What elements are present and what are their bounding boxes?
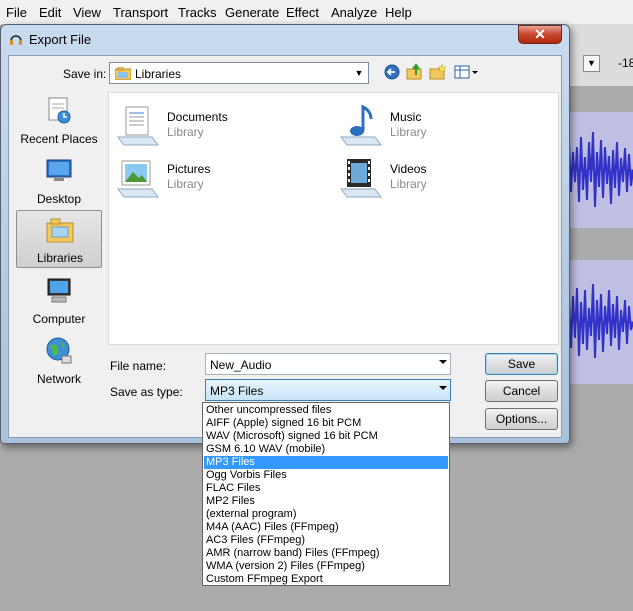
options-button[interactable]: Options... bbox=[485, 408, 558, 430]
file-type: Library bbox=[167, 125, 204, 139]
file-type: Library bbox=[390, 125, 427, 139]
libraries-icon bbox=[46, 218, 74, 243]
save-as-type-option[interactable]: AC3 Files (FFmpeg) bbox=[204, 534, 448, 547]
file-name: Documents bbox=[167, 110, 228, 124]
view-menu-icon[interactable] bbox=[453, 63, 479, 81]
save-as-type-option[interactable]: (external program) bbox=[204, 508, 448, 521]
new-folder-icon[interactable] bbox=[428, 63, 448, 81]
computer-icon bbox=[47, 278, 71, 303]
save-as-type-option[interactable]: Custom FFmpeg Export bbox=[204, 573, 448, 586]
pictures-library-icon bbox=[117, 160, 159, 198]
recent-places-icon bbox=[48, 97, 71, 124]
save-as-type-option[interactable]: AIFF (Apple) signed 16 bit PCM bbox=[204, 417, 448, 430]
places-bar: Recent Places Desktop Libraries Computer… bbox=[16, 92, 102, 397]
file-list-pane[interactable]: Documents Library Music Library Pictures… bbox=[108, 92, 559, 345]
up-folder-icon[interactable] bbox=[405, 63, 425, 81]
save-as-type-label: Save as type: bbox=[110, 385, 183, 399]
file-type: Library bbox=[167, 177, 204, 191]
file-name-value: New_Audio bbox=[210, 358, 272, 372]
chevron-down-icon[interactable]: ▼ bbox=[352, 66, 366, 80]
save-as-type-option[interactable]: M4A (AAC) Files (FFmpeg) bbox=[204, 521, 448, 534]
save-as-type-option[interactable]: GSM 6.10 WAV (mobile) bbox=[204, 443, 448, 456]
menu-transport[interactable]: Transport bbox=[113, 5, 168, 20]
menu-effect[interactable]: Effect bbox=[286, 5, 319, 20]
file-name-label: File name: bbox=[110, 359, 167, 373]
place-label: Computer bbox=[32, 312, 86, 326]
menu-tracks[interactable]: Tracks bbox=[178, 5, 217, 20]
file-item-music[interactable]: Music Library bbox=[337, 103, 547, 149]
place-network[interactable]: Network bbox=[16, 332, 102, 390]
place-libraries[interactable]: Libraries bbox=[16, 210, 102, 268]
place-computer[interactable]: Computer bbox=[16, 272, 102, 330]
waveform-right bbox=[565, 283, 633, 359]
place-label: Recent Places bbox=[20, 132, 98, 146]
music-library-icon bbox=[340, 104, 382, 146]
save-button[interactable]: Save bbox=[485, 353, 558, 375]
file-item-pictures[interactable]: Pictures Library bbox=[114, 155, 324, 201]
save-as-type-select[interactable]: MP3 Files bbox=[205, 379, 451, 401]
place-label: Network bbox=[36, 372, 81, 386]
save-as-type-option[interactable]: WAV (Microsoft) signed 16 bit PCM bbox=[204, 430, 448, 443]
chevron-down-icon[interactable] bbox=[439, 360, 447, 364]
waveform-left bbox=[565, 131, 633, 208]
meter-dropdown-button[interactable]: ▼ bbox=[583, 55, 600, 72]
dialog-titlebar[interactable]: Export File ✕ bbox=[1, 25, 569, 53]
save-as-type-value: MP3 Files bbox=[210, 384, 264, 398]
file-item-documents[interactable]: Documents Library bbox=[114, 103, 324, 149]
save-as-type-option[interactable]: Other uncompressed files bbox=[204, 404, 448, 417]
audio-track-left-channel[interactable] bbox=[565, 112, 633, 228]
save-as-type-option[interactable]: MP2 Files bbox=[204, 495, 448, 508]
save-as-type-option[interactable]: FLAC Files bbox=[204, 482, 448, 495]
save-as-type-option[interactable]: WMA (version 2) Files (FFmpeg) bbox=[204, 560, 448, 573]
file-name-field[interactable]: New_Audio bbox=[205, 353, 451, 375]
save-in-label: Save in: bbox=[63, 67, 107, 81]
videos-library-icon bbox=[340, 159, 382, 198]
menu-file[interactable]: File bbox=[6, 5, 27, 20]
network-icon bbox=[46, 337, 72, 364]
place-label: Libraries bbox=[36, 251, 84, 265]
menu-help[interactable]: Help bbox=[385, 5, 412, 20]
meter-scale-label: -18 bbox=[618, 56, 633, 70]
place-recent-places[interactable]: Recent Places bbox=[16, 92, 102, 150]
export-file-dialog: Export File ✕ Save in: Libraries ▼ Recen… bbox=[0, 24, 570, 444]
menu-bar: File Edit View Transport Tracks Generate… bbox=[0, 0, 633, 25]
save-in-combobox[interactable]: Libraries ▼ bbox=[109, 62, 369, 84]
libraries-folder-icon bbox=[115, 67, 131, 80]
save-as-type-option[interactable]: AMR (narrow band) Files (FFmpeg) bbox=[204, 547, 448, 560]
menu-analyze[interactable]: Analyze bbox=[331, 5, 377, 20]
close-icon: ✕ bbox=[534, 26, 546, 42]
desktop-icon bbox=[46, 159, 72, 181]
file-name: Music bbox=[390, 110, 422, 124]
save-in-value: Libraries bbox=[135, 67, 182, 81]
menu-edit[interactable]: Edit bbox=[39, 5, 61, 20]
dialog-body: Save in: Libraries ▼ Recent Places Deskt… bbox=[8, 55, 562, 438]
headphones-icon bbox=[10, 35, 22, 45]
chevron-down-icon[interactable] bbox=[439, 386, 447, 390]
dialog-title: Export File bbox=[29, 32, 92, 47]
file-item-videos[interactable]: Videos Library bbox=[337, 155, 547, 201]
cancel-button[interactable]: Cancel bbox=[485, 380, 558, 402]
audio-track-right-channel[interactable] bbox=[565, 260, 633, 384]
documents-library-icon bbox=[117, 106, 159, 146]
file-name: Pictures bbox=[167, 162, 211, 176]
place-desktop[interactable]: Desktop bbox=[16, 152, 102, 210]
menu-generate[interactable]: Generate bbox=[225, 5, 279, 20]
save-as-type-option[interactable]: Ogg Vorbis Files bbox=[204, 469, 448, 482]
menu-view[interactable]: View bbox=[73, 5, 101, 20]
back-icon[interactable] bbox=[383, 63, 403, 81]
save-as-type-option[interactable]: MP3 Files bbox=[204, 456, 448, 469]
file-type: Library bbox=[390, 177, 427, 191]
place-label: Desktop bbox=[36, 192, 82, 206]
close-button[interactable]: ✕ bbox=[518, 25, 562, 44]
save-as-type-dropdown-list[interactable]: Other uncompressed files AIFF (Apple) sig… bbox=[202, 402, 450, 586]
file-name: Videos bbox=[390, 162, 427, 176]
